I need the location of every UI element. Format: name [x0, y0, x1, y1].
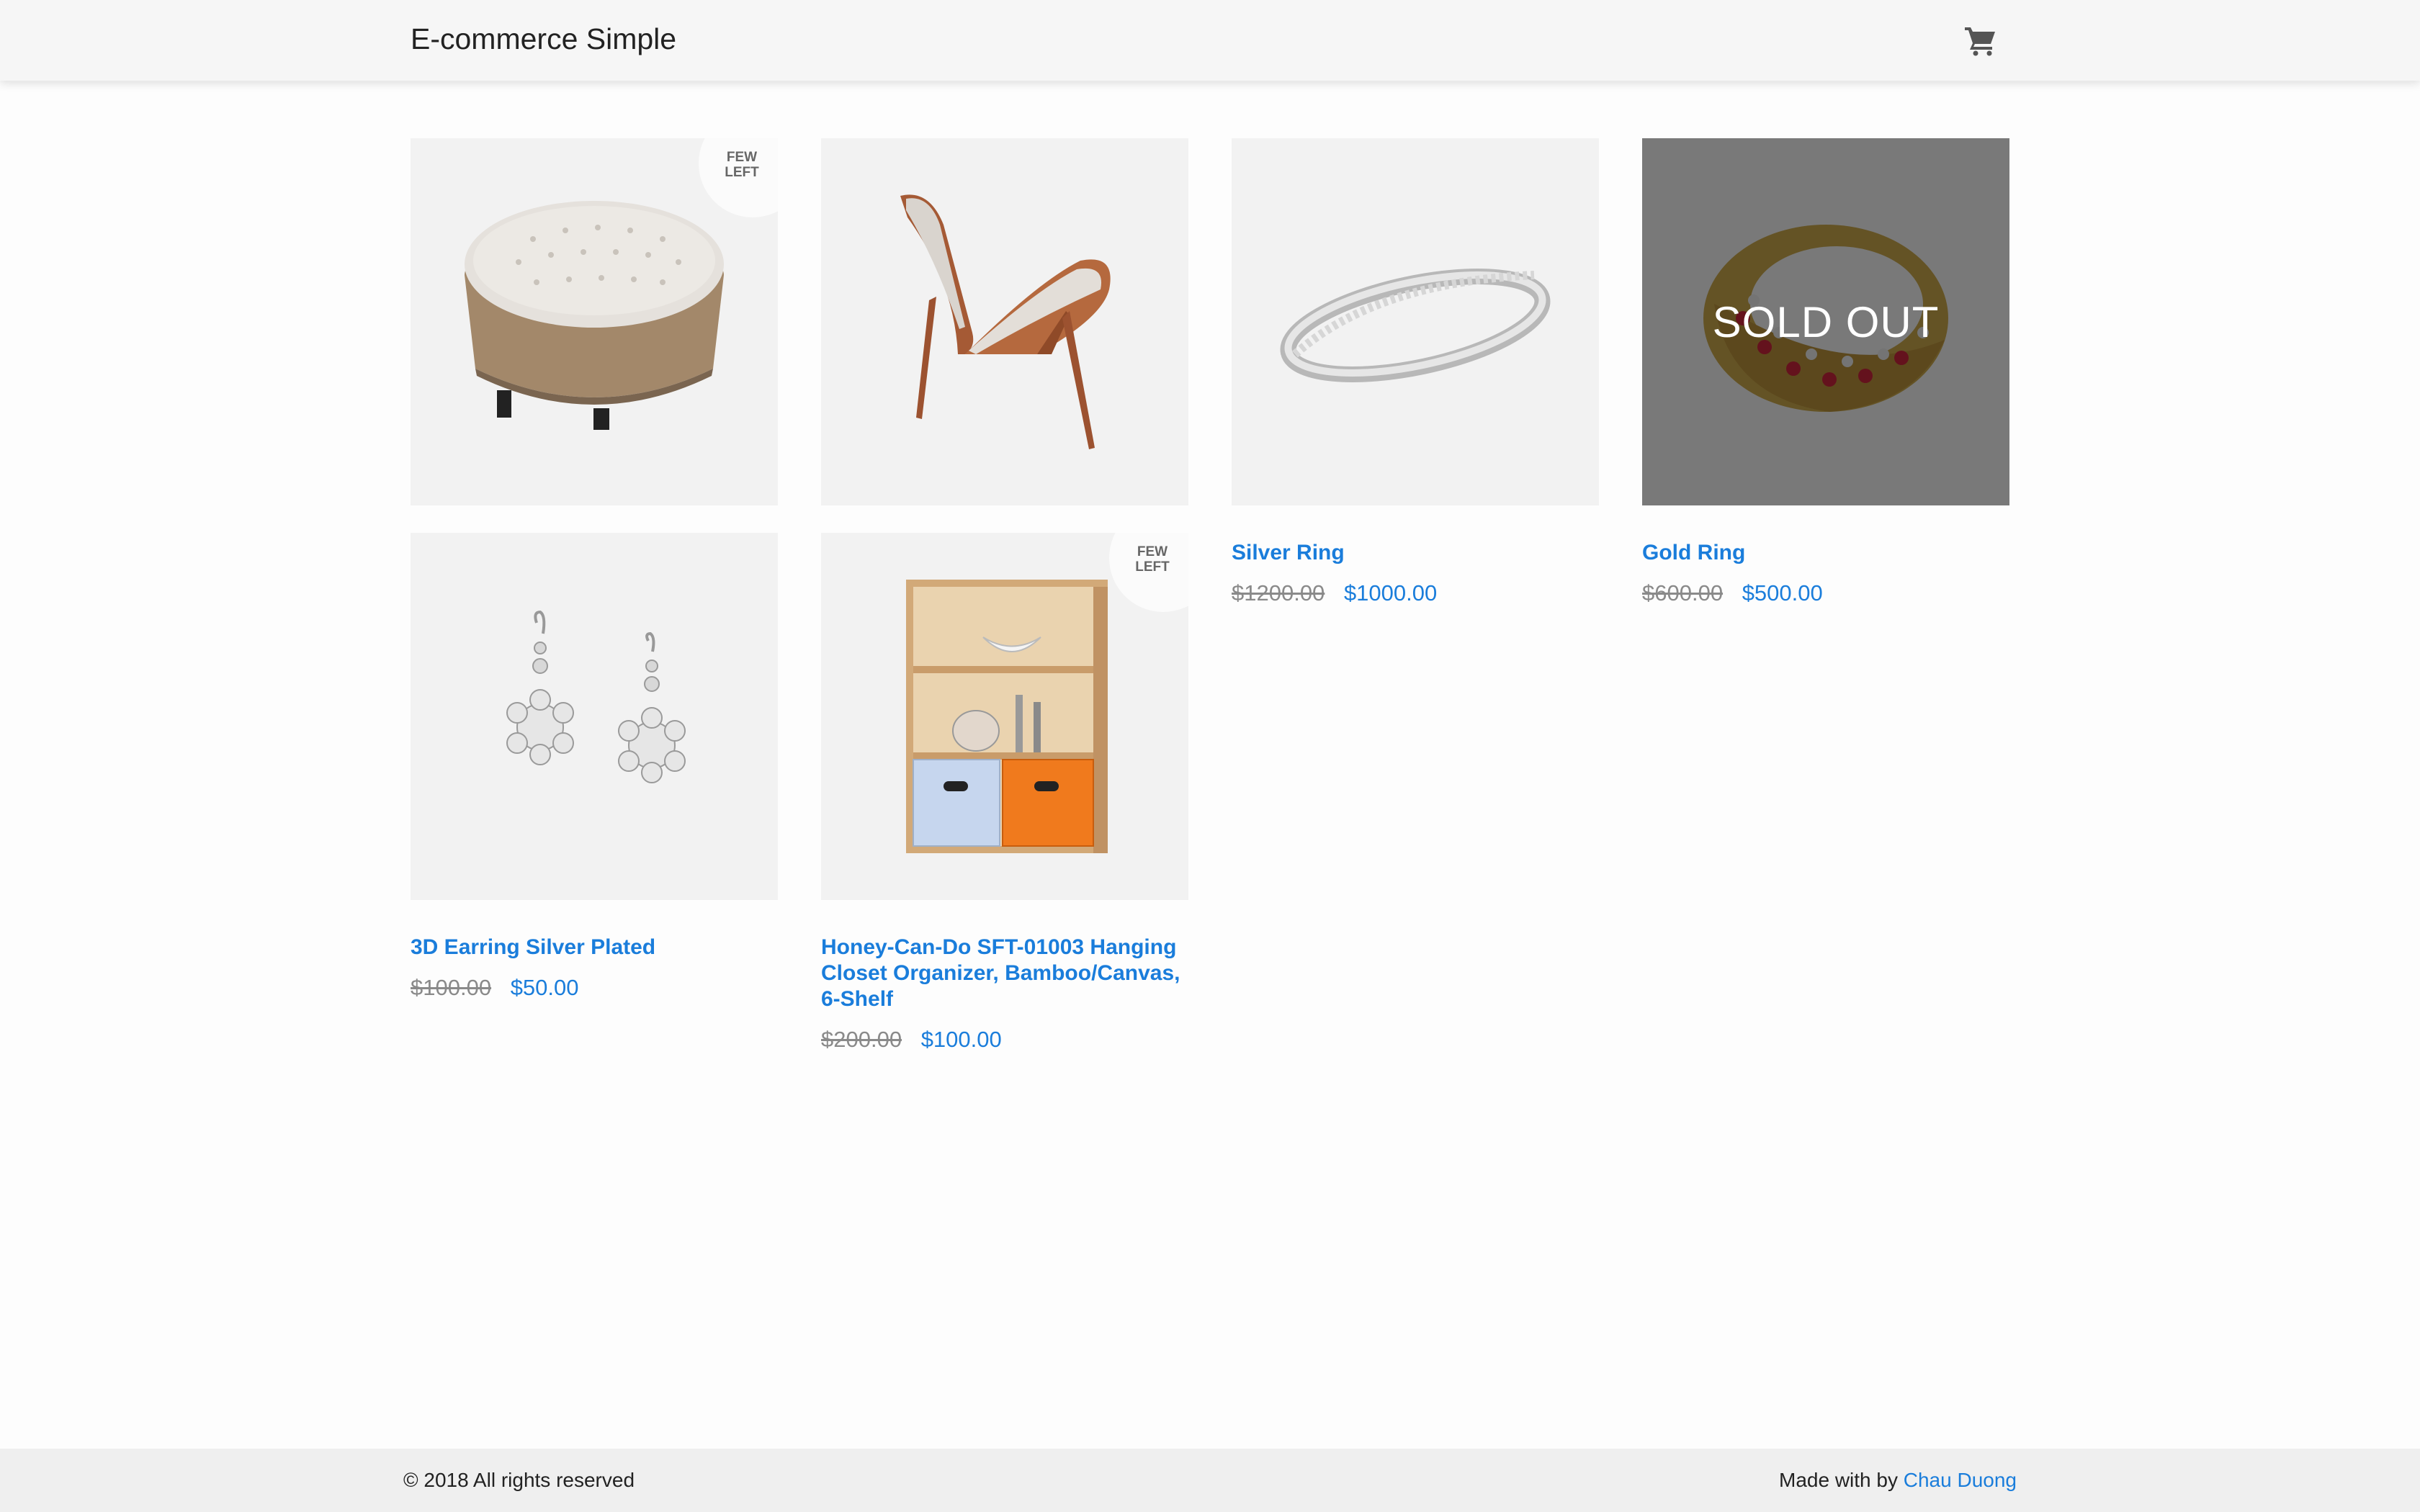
product-title[interactable]: Honey-Can-Do SFT-01003 Hanging Closet Or…	[821, 935, 1188, 1012]
original-price: $100.00	[411, 975, 492, 1000]
price-row: $600.00 $500.00	[1642, 579, 2009, 608]
footer: © 2018 All rights reserved Made with by …	[0, 1449, 2420, 1512]
product-title[interactable]: Silver Ring	[1232, 540, 1599, 566]
product-thumbnail[interactable]	[411, 533, 778, 900]
sale-price: $100.00	[920, 1027, 1002, 1052]
sale-price: $500.00	[1742, 580, 1823, 606]
original-price: $600.00	[1642, 580, 1724, 606]
earrings-image	[506, 610, 686, 783]
product-card: Silver Ring $1200.00 $1000.00	[1232, 138, 1599, 608]
author-link[interactable]: Chau Duong	[1904, 1469, 2017, 1491]
product-card: FEW LEFT Honey-Can-Do SFT-01003 Hanging C…	[821, 533, 1188, 1054]
original-price: $200.00	[821, 1027, 902, 1052]
sold-out-overlay: SOLD OUT	[1642, 138, 2009, 505]
product-card	[821, 138, 1188, 505]
product-title[interactable]: Gold Ring	[1642, 540, 2009, 566]
product-thumbnail[interactable]	[821, 138, 1188, 505]
product-grid: FEW LEFT Silver Ring $1200.00 $1000.00 S…	[411, 138, 2009, 1074]
made-with-label: Made with by	[1779, 1469, 1898, 1491]
product-thumbnail[interactable]: FEW LEFT	[821, 533, 1188, 900]
price-row: $200.00 $100.00	[821, 1025, 1188, 1054]
product-card: SOLD OUT Gold Ring $600.00 $500.00	[1642, 138, 2009, 608]
sale-price: $50.00	[510, 975, 579, 1000]
product-thumbnail[interactable]: SOLD OUT	[1642, 138, 2009, 505]
few-left-label: FEW LEFT	[1135, 544, 1170, 575]
top-navbar: E-commerce Simple	[0, 0, 2420, 81]
made-with-text: Made with by Chau Duong	[1779, 1466, 2017, 1495]
cart-icon[interactable]	[1963, 24, 1998, 56]
product-card: 3D Earring Silver Plated $100.00 $50.00	[411, 533, 778, 1002]
product-card: FEW LEFT	[411, 138, 778, 505]
sold-out-label: SOLD OUT	[1712, 297, 1940, 346]
silver-ring-image	[1280, 269, 1551, 382]
sale-price: $1000.00	[1343, 580, 1438, 606]
original-price: $1200.00	[1232, 580, 1325, 606]
brand-link[interactable]: E-commerce Simple	[411, 19, 676, 59]
lounge-chair-image	[900, 194, 1111, 449]
price-row: $100.00 $50.00	[411, 973, 778, 1002]
product-title[interactable]: 3D Earring Silver Plated	[411, 935, 778, 960]
product-thumbnail[interactable]: FEW LEFT	[411, 138, 778, 505]
product-thumbnail[interactable]	[1232, 138, 1599, 505]
copyright-text: © 2018 All rights reserved	[403, 1469, 635, 1491]
price-row: $1200.00 $1000.00	[1232, 579, 1599, 608]
few-left-label: FEW LEFT	[725, 150, 759, 180]
